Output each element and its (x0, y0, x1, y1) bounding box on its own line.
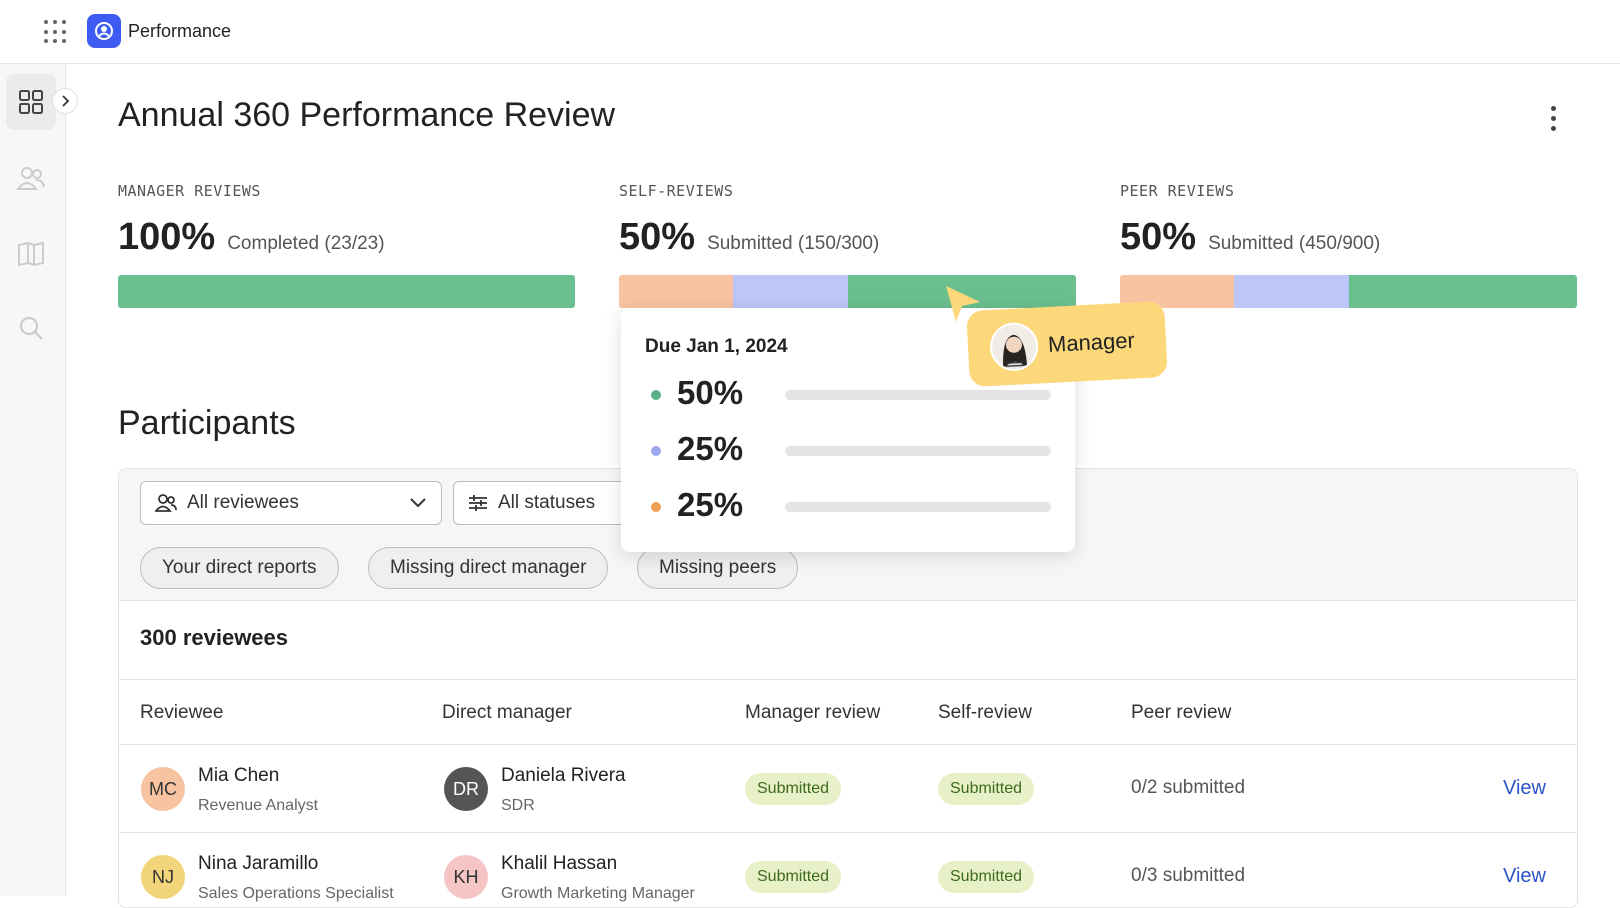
peer-reviews-stat: PEER REVIEWS 50% Submitted (450/900) (1120, 182, 1578, 259)
table-header: Reviewee Direct manager Manager review S… (119, 679, 1577, 745)
peer-reviews-progress-bar (1120, 275, 1577, 308)
reviewee-name: Mia Chen (198, 765, 280, 786)
dashboard-nav-icon[interactable] (6, 74, 56, 130)
tooltip-percent: 50% (677, 374, 744, 411)
tooltip-track (785, 446, 1051, 456)
left-rail (0, 64, 66, 896)
manager-avatar: DR (444, 767, 488, 811)
stat-percent: 50% (1120, 216, 1197, 258)
column-header-manager-review[interactable]: Manager review (745, 702, 880, 724)
legend-dot (651, 502, 661, 512)
reviewees-filter-select[interactable]: All reviewees (140, 481, 442, 525)
stat-label: SELF-REVIEWS (619, 182, 734, 200)
progress-segment (1348, 275, 1577, 308)
tooltip-due-date: Due Jan 1, 2024 (645, 336, 788, 357)
manager-review-status-badge: Submitted (745, 773, 842, 805)
reviewee-role: Sales Operations Specialist (198, 885, 394, 902)
progress-segment (1234, 275, 1349, 308)
participants-title: Participants (118, 404, 296, 442)
manager-avatar-photo (988, 321, 1040, 372)
app-name: Performance (128, 21, 232, 41)
reviewee-count: 300 reviewees (140, 625, 289, 650)
reviewee-avatar: MC (141, 767, 185, 811)
self-review-status-badge: Submitted (938, 861, 1035, 893)
legend-dot (651, 390, 661, 400)
reviewee-avatar: NJ (141, 855, 185, 899)
reviewee-role: Revenue Analyst (198, 797, 319, 814)
progress-segment (619, 275, 734, 308)
tooltip-percent: 25% (677, 430, 744, 467)
search-nav-icon[interactable] (6, 300, 56, 356)
sliders-icon (469, 495, 487, 511)
stat-percent: 50% (619, 216, 696, 258)
top-bar: Performance (0, 0, 1620, 64)
people-icon (155, 494, 177, 512)
apps-grid-icon[interactable] (44, 20, 68, 44)
manager-name: Khalil Hassan (501, 853, 618, 874)
self-reviews-stat: SELF-REVIEWS 50% Submitted (150/300) (619, 182, 1077, 259)
tooltip-percent: 25% (677, 486, 744, 523)
chip-missing-direct-manager[interactable]: Missing direct manager (368, 547, 609, 589)
column-header-reviewee[interactable]: Reviewee (140, 702, 223, 724)
statuses-filter-select[interactable]: All statuses (453, 481, 631, 525)
book-nav-icon[interactable] (6, 226, 56, 282)
manager-reviews-stat: MANAGER REVIEWS 100% Completed (23/23) (118, 182, 576, 259)
tooltip-row: 25% (645, 486, 1051, 526)
progress-segment (733, 275, 848, 308)
page-title: Annual 360 Performance Review (118, 96, 616, 134)
statuses-filter-label: All statuses (498, 492, 596, 513)
manager-role: SDR (501, 797, 535, 814)
column-header-peer-review[interactable]: Peer review (1131, 702, 1231, 724)
more-options-button[interactable] (1541, 100, 1565, 136)
self-reviews-progress-bar[interactable] (619, 275, 1076, 308)
reviewees-filter-label: All reviewees (187, 492, 299, 513)
stat-detail: Completed (23/23) (227, 233, 385, 254)
stat-label: PEER REVIEWS (1120, 182, 1235, 200)
manager-avatar: KH (444, 855, 488, 899)
cursor-user-label: Manager (1047, 327, 1136, 357)
legend-dot (651, 446, 661, 456)
chip-direct-reports[interactable]: Your direct reports (140, 547, 339, 589)
table-row[interactable]: MC Mia Chen Revenue Analyst DR Daniela R… (119, 745, 1577, 833)
stat-label: MANAGER REVIEWS (118, 182, 261, 200)
chevron-down-icon (410, 498, 426, 508)
performance-logo-icon (87, 14, 121, 48)
manager-reviews-progress-bar (118, 275, 575, 308)
column-header-manager[interactable]: Direct manager (442, 702, 572, 724)
manager-name: Daniela Rivera (501, 765, 626, 786)
tooltip-row: 25% (645, 430, 1051, 470)
tooltip-track (785, 502, 1051, 512)
reviewee-name: Nina Jaramillo (198, 853, 319, 874)
rail-expand-button[interactable] (52, 88, 78, 114)
tooltip-track (785, 390, 1051, 400)
people-nav-icon[interactable] (6, 150, 56, 206)
manager-cursor-badge: Manager (966, 300, 1168, 388)
column-header-self-review[interactable]: Self-review (938, 702, 1032, 724)
table-row[interactable]: NJ Nina Jaramillo Sales Operations Speci… (119, 833, 1577, 907)
self-review-status-badge: Submitted (938, 773, 1035, 805)
peer-review-status: 0/2 submitted (1131, 777, 1246, 798)
manager-role: Growth Marketing Manager (501, 885, 695, 902)
progress-segment (118, 275, 575, 308)
chip-missing-peers[interactable]: Missing peers (637, 547, 799, 589)
manager-review-status-badge: Submitted (745, 861, 842, 893)
peer-review-status: 0/3 submitted (1131, 865, 1246, 886)
view-link[interactable]: View (1503, 865, 1546, 888)
chevron-right-icon (62, 95, 70, 107)
stat-detail: Submitted (150/300) (707, 233, 880, 254)
stat-detail: Submitted (450/900) (1208, 233, 1381, 254)
view-link[interactable]: View (1503, 777, 1546, 800)
stat-percent: 100% (118, 216, 216, 258)
